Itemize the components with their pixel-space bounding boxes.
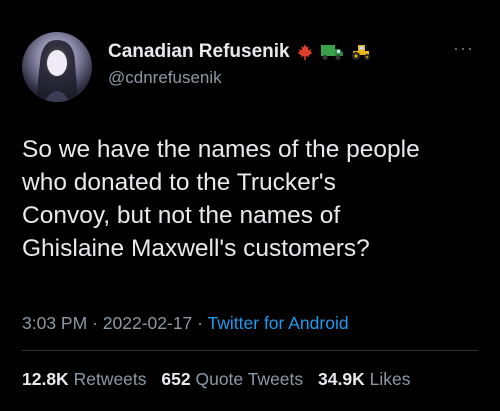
quote-tweets-count: 652 [161,369,191,389]
retweets-label: Retweets [73,369,147,389]
meta-separator: · [92,313,98,333]
author-name-row[interactable]: Canadian Refusenik [108,41,372,63]
retweets-stat[interactable]: 12.8K Retweets [22,369,151,389]
tweet-meta: 3:03 PM · 2022-02-17 · Twitter for Andro… [22,313,349,334]
tweet-source-link[interactable]: Twitter for Android [208,313,349,333]
likes-label: Likes [369,369,411,389]
quote-tweets-label: Quote Tweets [195,369,304,389]
meta-separator: · [197,313,203,333]
likes-count: 34.9K [318,369,365,389]
likes-stat[interactable]: 34.9K Likes [318,369,410,389]
tweet-text: So we have the names of the people who d… [22,133,492,265]
tweet-date[interactable]: 2022-02-17 [103,313,193,333]
truck-icon [320,43,344,61]
tweet-time[interactable]: 3:03 PM [22,313,87,333]
author-display-name[interactable]: Canadian Refusenik [108,41,290,63]
maple-leaf-icon [296,43,314,61]
retweets-count: 12.8K [22,369,69,389]
avatar[interactable] [22,32,92,102]
divider [22,350,478,351]
tweet-text-line: So we have the names of the people [22,136,420,163]
tweet-text-line: who donated to the Trucker's [22,169,336,196]
quote-tweets-stat[interactable]: 652 Quote Tweets [161,369,308,389]
tractor-icon [350,43,372,61]
more-options-icon[interactable]: ··· [453,39,474,57]
tweet-stats: 12.8K Retweets 652 Quote Tweets 34.9K Li… [22,369,420,390]
author-handle[interactable]: @cdnrefusenik [108,68,222,88]
tweet-text-line: Convoy, but not the names of [22,202,341,229]
tweet-text-line: Ghislaine Maxwell's customers? [22,235,370,262]
